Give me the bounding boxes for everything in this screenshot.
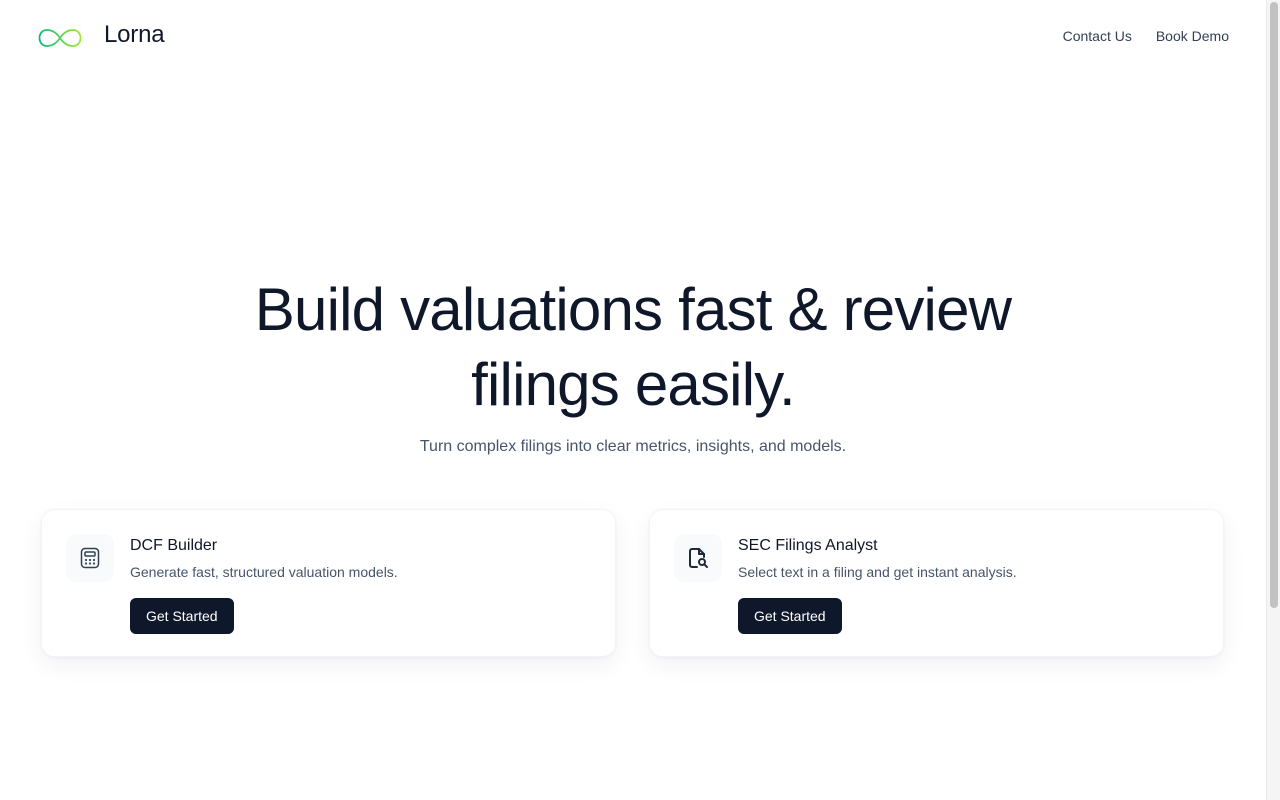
vertical-scrollbar[interactable] [1266, 0, 1280, 800]
dcf-get-started-button[interactable]: Get Started [130, 598, 234, 634]
sec-get-started-button[interactable]: Get Started [738, 598, 842, 634]
calculator-icon [66, 534, 114, 582]
card-description: Select text in a filing and get instant … [738, 564, 1017, 580]
scrollbar-thumb[interactable] [1270, 2, 1278, 608]
card-description: Generate fast, structured valuation mode… [130, 564, 398, 580]
sec-filings-analyst-card: SEC Filings Analyst Select text in a fil… [649, 509, 1224, 657]
dcf-builder-card: DCF Builder Generate fast, structured va… [41, 509, 616, 657]
file-search-icon [674, 534, 722, 582]
card-title: DCF Builder [130, 537, 218, 554]
card-title: SEC Filings Analyst [738, 537, 878, 554]
book-demo-link[interactable]: Book Demo [1156, 28, 1229, 44]
top-nav: Contact Us Book Demo [1063, 28, 1229, 44]
brand-name[interactable]: Lorna [104, 21, 165, 49]
site-header: Lorna Contact Us Book Demo [0, 0, 1266, 72]
hero-title-line-2: filings easily. [471, 351, 795, 418]
hero-title-line-1: Build valuations fast & review [254, 276, 1012, 343]
infinity-icon[interactable] [38, 28, 82, 48]
hero-subtitle: Turn complex filings into clear metrics,… [419, 438, 847, 455]
landing-page: Lorna Contact Us Book Demo Build valuati… [0, 0, 1266, 800]
hero-title: Build valuations fast & review filings e… [0, 272, 1266, 422]
contact-us-link[interactable]: Contact Us [1063, 28, 1132, 44]
